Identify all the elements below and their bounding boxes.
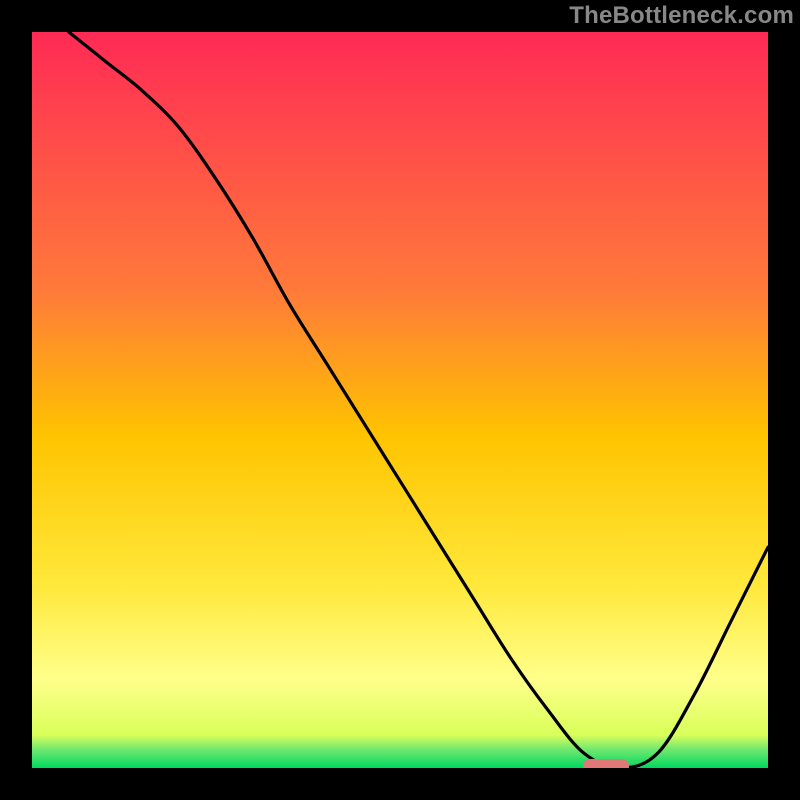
- watermark-text: TheBottleneck.com: [569, 2, 794, 30]
- plot-background: [32, 32, 768, 768]
- chart-svg: [0, 0, 800, 800]
- chart-frame: TheBottleneck.com: [0, 0, 800, 800]
